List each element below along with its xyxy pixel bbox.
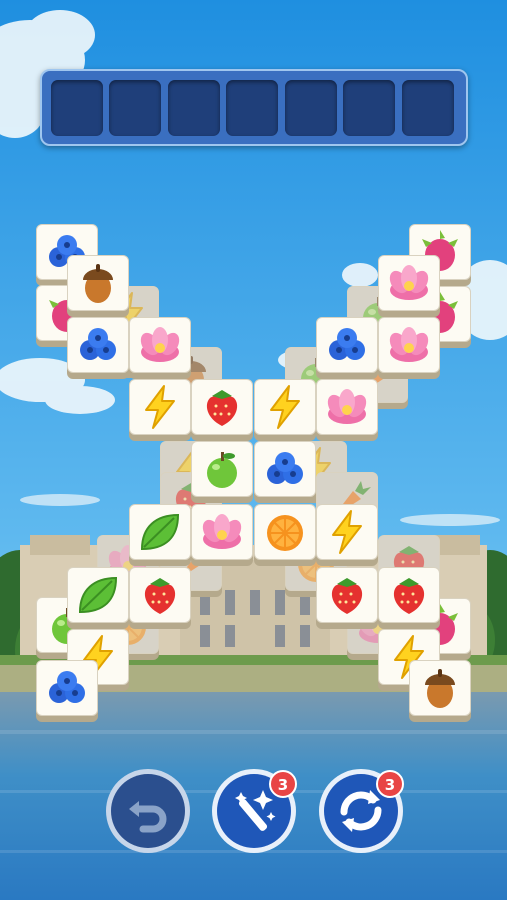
collection-slot xyxy=(51,80,103,136)
shuffle-count-badge: 3 xyxy=(376,770,404,798)
tile-blueberry[interactable] xyxy=(36,660,98,722)
strawberry-icon xyxy=(206,390,238,426)
tile-acorn[interactable] xyxy=(409,660,471,722)
tile-blueberry[interactable] xyxy=(316,317,378,379)
tile-flower[interactable] xyxy=(316,379,378,441)
undo-button[interactable] xyxy=(105,768,191,854)
tile-strawberry[interactable] xyxy=(316,567,378,629)
lotus-flower-icon xyxy=(140,327,180,362)
tile-flower[interactable] xyxy=(378,317,440,379)
leaf-icon xyxy=(78,576,118,614)
tile-acorn[interactable] xyxy=(67,255,129,317)
blueberry-icon xyxy=(329,328,365,360)
tile-blueberry[interactable] xyxy=(254,441,316,503)
undo-icon xyxy=(106,769,190,853)
acorn-icon xyxy=(425,669,455,708)
strawberry-icon xyxy=(393,578,425,614)
tile-leaf[interactable] xyxy=(129,504,191,566)
lightning-icon xyxy=(145,385,175,429)
blueberry-icon xyxy=(80,328,116,360)
tile-leaf[interactable] xyxy=(67,567,129,629)
tile-lightning[interactable] xyxy=(316,504,378,566)
collection-slot xyxy=(168,80,220,136)
lotus-flower-icon xyxy=(389,327,429,362)
strawberry-icon xyxy=(331,578,363,614)
collection-slot xyxy=(402,80,454,136)
blueberry-icon xyxy=(49,671,85,703)
lightning-icon xyxy=(332,510,362,554)
magic-wand-count-badge: 3 xyxy=(269,770,297,798)
lotus-flower-icon xyxy=(202,514,242,549)
tile-strawberry[interactable] xyxy=(129,567,191,629)
lightning-icon xyxy=(270,385,300,429)
collection-slot xyxy=(285,80,337,136)
tile-flower[interactable] xyxy=(378,255,440,317)
collection-slot xyxy=(226,80,278,136)
green-apple-icon xyxy=(207,452,237,488)
lotus-flower-icon xyxy=(389,265,429,300)
leaf-icon xyxy=(140,513,180,551)
collection-slot xyxy=(109,80,161,136)
tile-orange[interactable] xyxy=(254,504,316,566)
tile-blueberry[interactable] xyxy=(67,317,129,379)
shuffle-button[interactable]: 3 xyxy=(318,768,404,854)
tile-strawberry[interactable] xyxy=(378,567,440,629)
acorn-icon xyxy=(83,264,113,303)
lotus-flower-icon xyxy=(327,389,367,424)
collection-slot xyxy=(343,80,395,136)
blueberry-icon xyxy=(267,452,303,484)
tile-flower[interactable] xyxy=(129,317,191,379)
tile-collection-bar xyxy=(40,69,468,146)
magic-wand-button[interactable]: 3 xyxy=(211,768,297,854)
strawberry-icon xyxy=(144,578,176,614)
tile-lightning[interactable] xyxy=(254,379,316,441)
tile-flower[interactable] xyxy=(191,504,253,566)
tile-apple[interactable] xyxy=(191,441,253,503)
orange-slice-icon xyxy=(267,515,303,551)
tile-lightning[interactable] xyxy=(129,379,191,441)
tile-strawberry[interactable] xyxy=(191,379,253,441)
